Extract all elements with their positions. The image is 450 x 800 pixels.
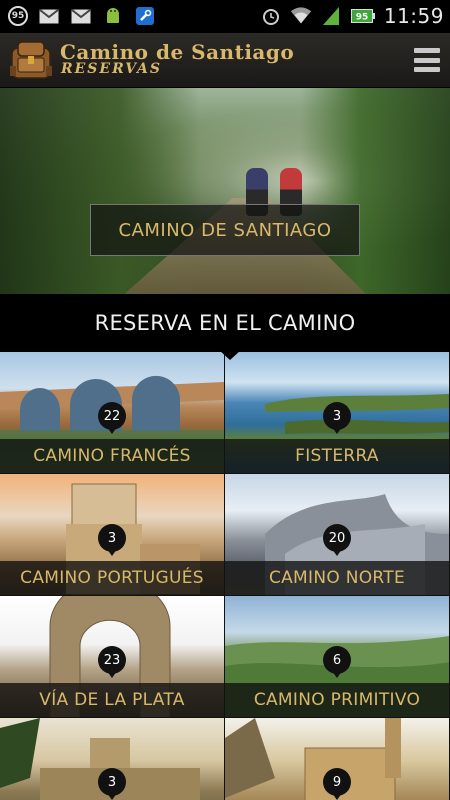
route-count-badge: 3 bbox=[323, 402, 351, 434]
notification-count-icon: 95 bbox=[8, 6, 28, 26]
route-count-badge: 22 bbox=[98, 402, 126, 434]
route-tile-camino-portugues[interactable]: 3 CAMINO PORTUGUÉS bbox=[0, 474, 225, 596]
section-notch-arrow bbox=[219, 350, 241, 360]
hero-carousel[interactable]: CAMINO DE SANTIAGO bbox=[0, 88, 450, 294]
route-tile-camino-primitivo[interactable]: 6 CAMINO PRIMITIVO bbox=[225, 596, 450, 718]
route-tile-via-de-la-plata[interactable]: 23 VÍA DE LA PLATA bbox=[0, 596, 225, 718]
backpack-logo-icon bbox=[8, 38, 54, 82]
route-name: CAMINO PORTUGUÉS bbox=[0, 561, 224, 595]
route-name: FISTERRA bbox=[225, 439, 449, 473]
settings-wrench-icon bbox=[134, 5, 156, 27]
hero-title-button[interactable]: CAMINO DE SANTIAGO bbox=[90, 204, 360, 256]
route-count-badge: 6 bbox=[323, 646, 351, 678]
route-tile-camino-norte[interactable]: 20 CAMINO NORTE bbox=[225, 474, 450, 596]
signal-icon bbox=[320, 5, 342, 27]
route-tile-camino-frances[interactable]: 22 CAMINO FRANCÉS bbox=[0, 352, 225, 474]
app-header: Camino de Santiago RESERVAS bbox=[0, 33, 450, 88]
status-time: 11:59 bbox=[383, 4, 444, 28]
route-tile-fisterra[interactable]: 3 FISTERRA bbox=[225, 352, 450, 474]
status-bar: 95 95 11:59 bbox=[0, 0, 450, 33]
alarm-icon bbox=[260, 5, 282, 27]
route-count-badge: 23 bbox=[98, 646, 126, 678]
section-title: RESERVA EN EL CAMINO bbox=[0, 294, 450, 352]
route-name: CAMINO NORTE bbox=[225, 561, 449, 595]
route-name: CAMINO FRANCÉS bbox=[0, 439, 224, 473]
route-count-badge: 9 bbox=[323, 768, 351, 800]
route-name: VÍA DE LA PLATA bbox=[0, 683, 224, 717]
route-tile-7[interactable]: 3 bbox=[0, 718, 225, 800]
route-name: CAMINO PRIMITIVO bbox=[225, 683, 449, 717]
hamburger-menu-icon[interactable] bbox=[414, 48, 440, 72]
android-icon bbox=[102, 5, 124, 27]
battery-icon: 95 bbox=[350, 5, 376, 27]
route-count-badge: 20 bbox=[323, 524, 351, 556]
gmail-icon bbox=[38, 5, 60, 27]
route-tile-8[interactable]: 9 bbox=[225, 718, 450, 800]
email-icon bbox=[70, 5, 92, 27]
route-count-badge: 3 bbox=[98, 524, 126, 556]
svg-text:95: 95 bbox=[356, 13, 369, 23]
route-count-badge: 3 bbox=[98, 768, 126, 800]
routes-grid: 22 CAMINO FRANCÉS 3 FISTERRA 3 CAMINO PO… bbox=[0, 352, 450, 800]
wifi-icon bbox=[290, 5, 312, 27]
app-subtitle: RESERVAS bbox=[61, 61, 162, 77]
